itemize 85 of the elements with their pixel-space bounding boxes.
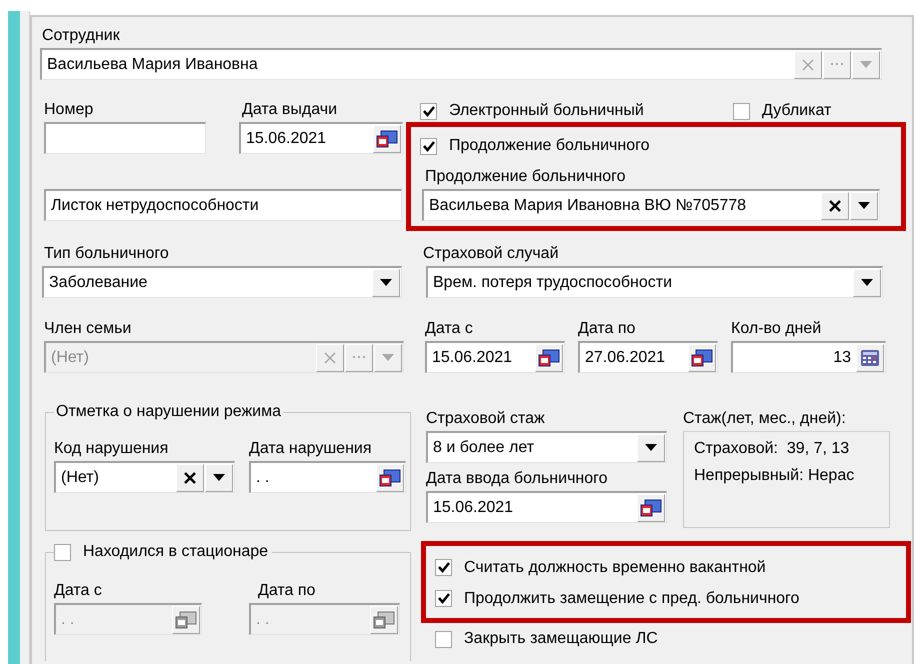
- field-label: Страховой случай: [423, 244, 560, 264]
- caret-icon: [213, 474, 225, 481]
- clear-button[interactable]: [176, 464, 204, 492]
- calculator-icon: [860, 348, 880, 366]
- dropdown-button[interactable]: [637, 434, 665, 462]
- date-field[interactable]: 15.06.2021: [426, 491, 667, 523]
- check-icon: [438, 562, 450, 573]
- calendar-icon: [175, 610, 197, 628]
- calendar-icon: [376, 130, 398, 148]
- field-label: Кол-во дней: [731, 319, 822, 339]
- dropdown-button[interactable]: [372, 268, 400, 296]
- checkbox[interactable]: [420, 102, 437, 120]
- field-label: Номер: [44, 100, 94, 120]
- calendar-button[interactable]: [376, 464, 404, 492]
- field-label: Член семьи: [44, 319, 132, 339]
- field-label: Продолжение больничного: [425, 167, 626, 187]
- calendar-icon: [373, 610, 395, 628]
- field-label: Сотрудник: [42, 26, 121, 46]
- date-field[interactable]: . .: [249, 461, 406, 493]
- checkbox[interactable]: [435, 559, 452, 576]
- check-icon: [438, 593, 450, 604]
- clear-icon: [801, 58, 815, 72]
- field-label: Дата ввода больничного: [426, 469, 608, 489]
- field-label: Стаж(лет, мес., дней):: [683, 409, 847, 429]
- clear-icon: [323, 350, 337, 364]
- checkbox-label: Дубликат: [762, 102, 832, 120]
- dropdown-field[interactable]: 8 и более лет: [426, 431, 667, 463]
- more-icon: [353, 356, 365, 359]
- lookup-field[interactable]: Васильева Мария Ивановна ВЮ №705778: [422, 189, 880, 221]
- dropdown-button[interactable]: [205, 464, 233, 492]
- document-type-field[interactable]: Листок нетрудоспособности: [44, 189, 402, 221]
- checkbox-label: Электронный больничный: [449, 102, 644, 120]
- checkbox-label: Продолжение больничного: [449, 137, 650, 155]
- calendar-icon: [379, 468, 401, 486]
- calendar-button[interactable]: [535, 344, 563, 372]
- checkbox[interactable]: [54, 544, 71, 560]
- dropdown-field[interactable]: Врем. потеря трудоспособности: [426, 266, 883, 298]
- caret-icon: [858, 202, 870, 209]
- checkbox-label: Закрыть замещающие ЛС: [464, 630, 658, 648]
- number-field[interactable]: [44, 122, 206, 154]
- lookup-field[interactable]: (Нет): [54, 461, 235, 493]
- date-field[interactable]: 27.06.2021: [578, 341, 718, 373]
- calendar-button[interactable]: [373, 124, 401, 152]
- check-icon: [422, 140, 434, 152]
- calendar-icon: [640, 498, 662, 516]
- date-field[interactable]: 15.06.2021: [239, 122, 403, 154]
- calendar-icon: [538, 348, 560, 366]
- check-icon: [422, 106, 434, 116]
- checkbox[interactable]: [733, 102, 750, 120]
- checkbox-label: Продолжить замещение с пред. больничного: [464, 590, 800, 608]
- group-title: Отметка о нарушении режима: [55, 403, 282, 421]
- checkbox[interactable]: [420, 138, 437, 154]
- field-label: Дата нарушения: [249, 439, 372, 459]
- caret-icon: [382, 354, 394, 361]
- caret-icon: [645, 444, 657, 451]
- calculator-button[interactable]: [856, 344, 884, 372]
- calendar-icon: [691, 348, 713, 366]
- field-label: Дата выдачи: [242, 100, 338, 120]
- checkbox-label: Находился в стационаре: [83, 543, 268, 561]
- caret-icon: [861, 279, 873, 286]
- caret-icon: [860, 61, 872, 68]
- checkbox[interactable]: [435, 590, 452, 607]
- clear-icon: [828, 198, 842, 212]
- field-label: Дата с: [54, 581, 103, 601]
- dropdown-button[interactable]: [850, 192, 878, 220]
- dropdown-field[interactable]: Заболевание: [42, 266, 402, 298]
- field-label: Код нарушения: [54, 439, 170, 459]
- dropdown-button[interactable]: [853, 268, 881, 296]
- number-field[interactable]: 13: [731, 341, 886, 373]
- field-label: Страховой стаж: [426, 409, 546, 429]
- clear-button[interactable]: [821, 192, 849, 220]
- field-label: Тип больничного: [44, 244, 170, 264]
- checkbox-label: Считать должность временно вакантной: [464, 558, 766, 576]
- checkbox[interactable]: [435, 630, 452, 648]
- more-icon: [831, 63, 843, 66]
- field-label: Дата по: [578, 319, 636, 339]
- date-field[interactable]: 15.06.2021: [425, 341, 565, 373]
- field-label: Дата по: [258, 581, 316, 601]
- caret-icon: [380, 279, 392, 286]
- clear-icon: [183, 470, 197, 484]
- calendar-button[interactable]: [688, 344, 716, 372]
- calendar-button[interactable]: [637, 494, 665, 522]
- info-line: Непрерывный: Нерас: [694, 466, 856, 486]
- field-label: Дата с: [425, 319, 474, 339]
- info-line: Страховой: 39, 7, 13: [694, 439, 850, 459]
